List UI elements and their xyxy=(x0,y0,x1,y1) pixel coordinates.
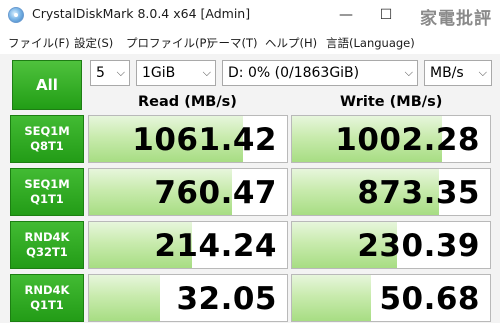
menu-bar: ファイル(F) 設定(S) プロファイル(P) テーマ(T) ヘルプ(H) 言語… xyxy=(0,30,500,54)
test-button-seq1m-q1t1[interactable]: SEQ1M Q1T1 xyxy=(10,168,84,216)
maximize-button[interactable]: ☐ xyxy=(370,0,402,30)
write-result-bar xyxy=(292,275,372,321)
title-bar: CrystalDiskMark 8.0.4 x64 [Admin] — ☐ 家電… xyxy=(0,0,500,30)
read-result-cell: 32.05 xyxy=(88,274,288,322)
unit-value: MB/s xyxy=(430,65,464,81)
read-column-header: Read (MB/s) xyxy=(138,94,237,110)
test-size-value: 1GiB xyxy=(142,65,176,81)
menu-language[interactable]: 言語(Language) xyxy=(326,35,415,51)
minimize-button[interactable]: — xyxy=(330,0,362,30)
test-button-rnd4k-q32t1[interactable]: RND4K Q32T1 xyxy=(10,221,84,269)
read-result-value: 32.05 xyxy=(176,281,277,317)
window-title: CrystalDiskMark 8.0.4 x64 [Admin] xyxy=(32,6,251,21)
read-result-cell: 214.24 xyxy=(88,221,288,269)
chevron-down-icon: ⌵ xyxy=(404,66,413,79)
write-result-cell: 50.68 xyxy=(291,274,491,322)
menu-theme[interactable]: テーマ(T) xyxy=(207,35,258,51)
test-name: RND4K xyxy=(24,283,70,297)
write-result-value: 1002.28 xyxy=(335,122,480,158)
menu-profile[interactable]: プロファイル(P) xyxy=(126,35,211,51)
watermark: 家電批評 xyxy=(420,9,492,29)
write-column-header: Write (MB/s) xyxy=(340,94,443,110)
read-result-value: 214.24 xyxy=(154,228,277,264)
write-result-value: 873.35 xyxy=(357,175,480,211)
test-button-rnd4k-q1t1[interactable]: RND4K Q1T1 xyxy=(10,274,84,322)
test-count-select[interactable]: 5 ⌵ xyxy=(90,60,130,86)
menu-settings[interactable]: 設定(S) xyxy=(74,35,113,51)
read-result-value: 1061.42 xyxy=(132,122,277,158)
test-params: Q32T1 xyxy=(26,245,68,259)
read-result-value: 760.47 xyxy=(154,175,277,211)
test-size-select[interactable]: 1GiB ⌵ xyxy=(136,60,216,86)
test-params: Q1T1 xyxy=(30,192,64,206)
write-result-cell: 230.39 xyxy=(291,221,491,269)
drive-value: D: 0% (0/1863GiB) xyxy=(228,65,360,81)
write-result-cell: 873.35 xyxy=(291,168,491,216)
test-name: SEQ1M xyxy=(24,124,70,138)
unit-select[interactable]: MB/s ⌵ xyxy=(424,60,492,86)
chevron-down-icon: ⌵ xyxy=(116,66,125,79)
menu-help[interactable]: ヘルプ(H) xyxy=(265,35,317,51)
read-result-bar xyxy=(89,275,161,321)
drive-select[interactable]: D: 0% (0/1863GiB) ⌵ xyxy=(222,60,418,86)
write-result-value: 230.39 xyxy=(357,228,480,264)
chevron-down-icon: ⌵ xyxy=(202,66,211,79)
all-button[interactable]: All xyxy=(12,60,82,110)
write-result-cell: 1002.28 xyxy=(291,115,491,163)
test-params: Q8T1 xyxy=(30,139,64,153)
test-button-seq1m-q8t1[interactable]: SEQ1M Q8T1 xyxy=(10,115,84,163)
chevron-down-icon: ⌵ xyxy=(478,66,487,79)
test-name: RND4K xyxy=(24,230,70,244)
crystaldiskmark-app-icon xyxy=(8,7,24,23)
menu-file[interactable]: ファイル(F) xyxy=(8,35,70,51)
test-count-value: 5 xyxy=(96,65,105,81)
test-params: Q1T1 xyxy=(30,298,64,312)
test-name: SEQ1M xyxy=(24,177,70,191)
read-result-cell: 1061.42 xyxy=(88,115,288,163)
write-result-value: 50.68 xyxy=(379,281,480,317)
read-result-cell: 760.47 xyxy=(88,168,288,216)
